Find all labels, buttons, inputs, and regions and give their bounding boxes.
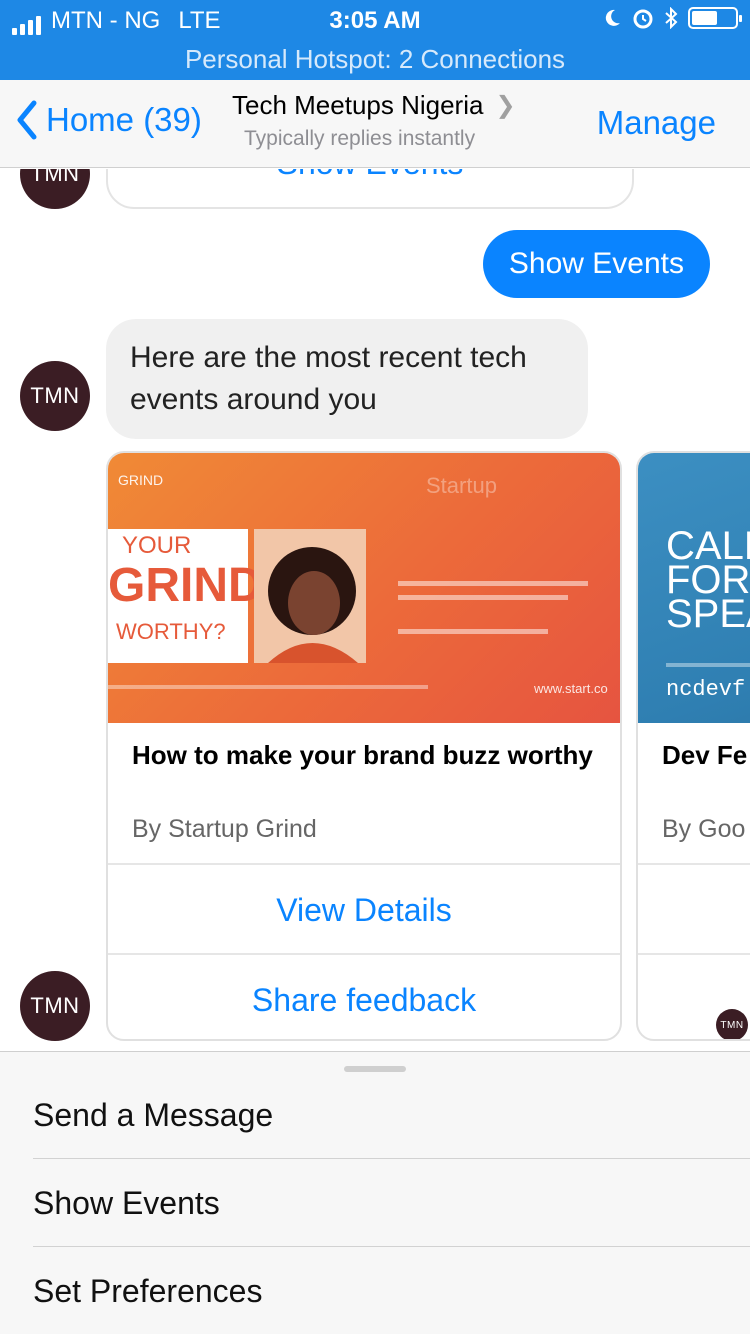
share-feedback-button[interactable]: Share feedback xyxy=(108,953,620,1039)
menu-item-show-events[interactable]: Show Events xyxy=(33,1159,750,1247)
avatar[interactable]: TMN xyxy=(20,169,90,209)
avatar[interactable]: TMN xyxy=(20,361,90,431)
event-card[interactable]: GRIND Startup YOUR GRIND WORTHY? www.sta… xyxy=(106,451,622,1041)
poster-headline-3: WORTHY? xyxy=(116,619,226,644)
conversation-header[interactable]: Tech Meetups Nigeria ❯ Typically replies… xyxy=(232,90,532,151)
back-button[interactable]: Home (39) xyxy=(16,100,202,140)
status-bar: MTN - NG LTE 3:05 AM xyxy=(0,0,750,40)
event-card-title: Dev Fe xyxy=(662,740,748,770)
event-poster-graphic: CALL FOR SPEA ncdevf xyxy=(666,524,750,702)
back-label: Home (39) xyxy=(46,101,202,138)
status-right xyxy=(602,7,742,29)
bluetooth-icon xyxy=(665,7,678,29)
moon-icon xyxy=(605,9,620,26)
conversation-title-row: Tech Meetups Nigeria ❯ xyxy=(232,90,532,121)
chat-thread[interactable]: TMN Show Events Show Events TMN Here are… xyxy=(0,169,750,1051)
persistent-menu: Send a Message Show Events Set Preferenc… xyxy=(0,1051,750,1334)
event-card-image[interactable]: CALL FOR SPEA ncdevf xyxy=(638,453,750,723)
poster-headline-3: SPEA xyxy=(666,592,750,636)
battery-icon xyxy=(688,7,742,29)
event-card-image[interactable]: GRIND Startup YOUR GRIND WORTHY? www.sta… xyxy=(108,453,620,723)
chevron-right-icon: ❯ xyxy=(495,92,516,119)
avatar[interactable]: TMN xyxy=(20,971,90,1041)
event-card-organizer: By Startup Grind xyxy=(132,815,317,843)
bot-message-bubble: Here are the most recent tech events aro… xyxy=(106,319,588,439)
event-card-organizer: By Goo xyxy=(662,815,746,843)
avatar: TMN xyxy=(716,1009,748,1039)
view-details-button[interactable]: View Details xyxy=(108,863,620,953)
alarm-icon xyxy=(633,9,653,29)
poster-headline-2: GRIND xyxy=(108,559,263,612)
user-message-bubble: Show Events xyxy=(482,230,710,298)
event-card-title: How to make your brand buzz worthy xyxy=(132,740,593,770)
conversation-title: Tech Meetups Nigeria xyxy=(232,90,484,120)
poster-footer-url: ncdevf xyxy=(666,677,745,702)
show-events-quick-reply[interactable]: Show Events xyxy=(106,169,634,209)
hotspot-banner[interactable]: Personal Hotspot: 2 Connections xyxy=(0,40,750,80)
menu-item-set-preferences[interactable]: Set Preferences xyxy=(33,1247,750,1334)
manage-button[interactable]: Manage xyxy=(597,104,716,142)
poster-footer-url: www.start.co xyxy=(533,681,608,696)
event-poster-graphic: GRIND Startup YOUR GRIND WORTHY? www.sta… xyxy=(108,472,608,696)
poster-top-brand: GRIND xyxy=(118,472,163,488)
chevron-left-icon xyxy=(17,100,37,140)
battery-level xyxy=(692,11,718,25)
navigation-bar: Home (39) Tech Meetups Nigeria ❯ Typical… xyxy=(0,80,750,168)
poster-headline-1: YOUR xyxy=(122,532,191,559)
poster-brand-watermark: Startup xyxy=(426,473,497,498)
conversation-subtitle: Typically replies instantly xyxy=(244,127,476,150)
view-details-button[interactable] xyxy=(638,863,750,953)
menu-item-send-message[interactable]: Send a Message xyxy=(33,1071,750,1159)
event-card[interactable]: CALL FOR SPEA ncdevf Dev Fe By Goo TMN xyxy=(636,451,750,1041)
